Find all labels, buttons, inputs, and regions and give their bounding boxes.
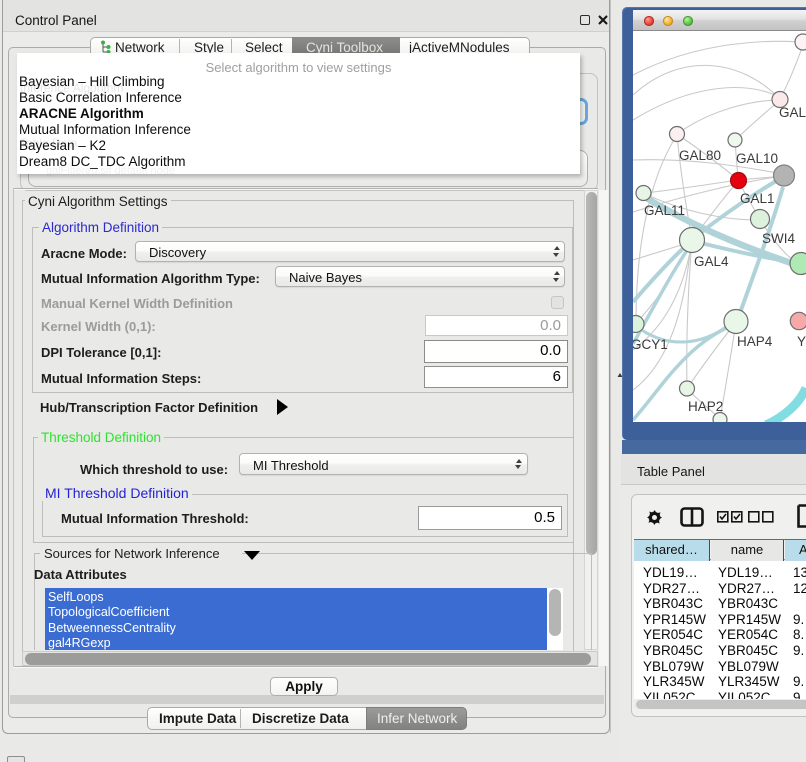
svg-text:GAL4: GAL4 (694, 254, 729, 269)
svg-text:GAL7: GAL7 (779, 105, 806, 120)
svg-text:Y: Y (797, 334, 806, 349)
svg-text:GAL11: GAL11 (644, 203, 685, 218)
svg-text:GCY1: GCY1 (633, 337, 668, 352)
svg-text:SWI4: SWI4 (762, 231, 795, 246)
svg-text:GAL1: GAL1 (740, 191, 775, 206)
svg-text:GAL10: GAL10 (736, 151, 778, 166)
svg-text:HAP2: HAP2 (688, 399, 723, 414)
svg-text:HAP4: HAP4 (737, 334, 773, 349)
svg-text:GAL80: GAL80 (679, 148, 721, 163)
